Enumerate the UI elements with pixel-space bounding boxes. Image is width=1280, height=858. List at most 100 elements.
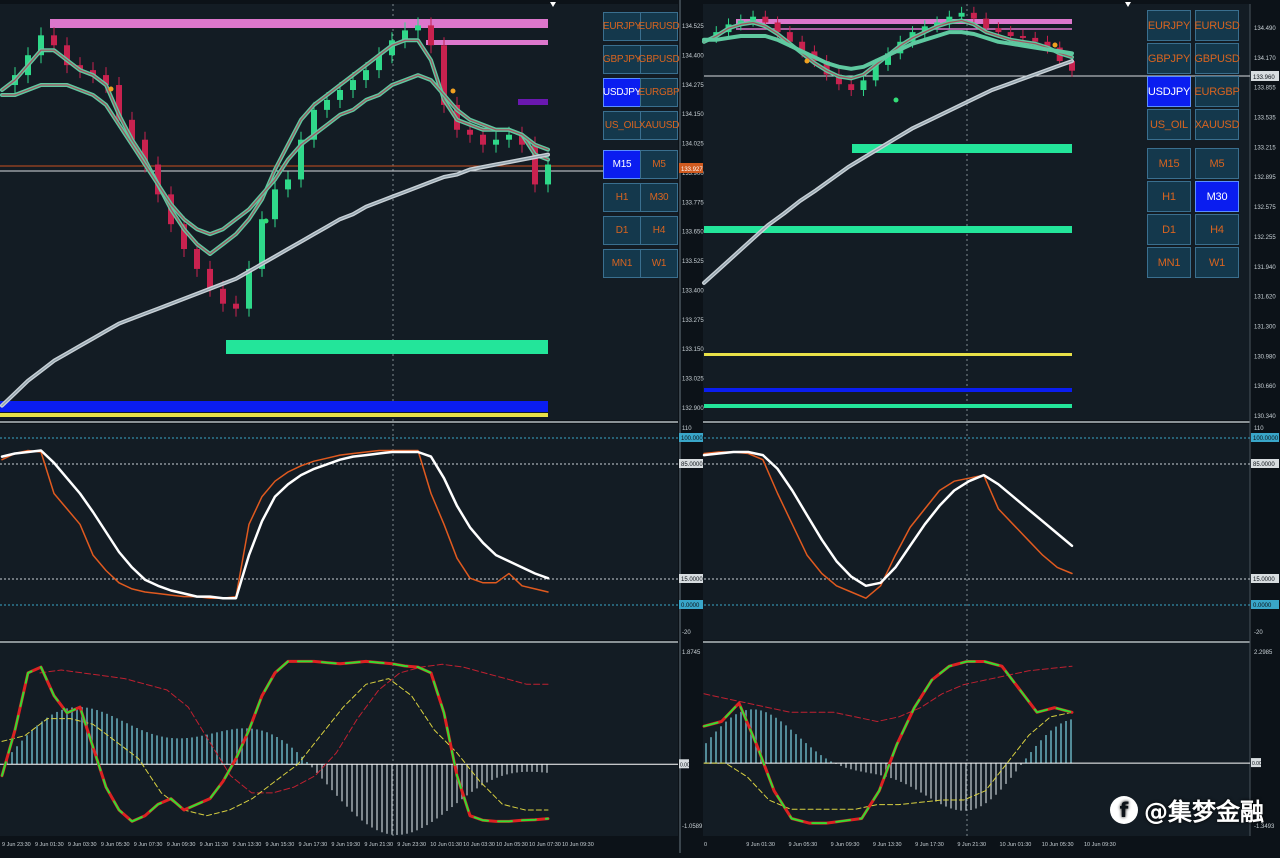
left-panel-symbol-eurgbp[interactable]: EURGBP: [638, 78, 680, 107]
right-panel-timeframe-m30[interactable]: M30: [1195, 181, 1239, 212]
right-separator-1: [703, 641, 1250, 643]
candle-body-27: [350, 80, 356, 90]
candle-body-25: [324, 99, 330, 110]
stoch-tick-0: 110: [682, 426, 692, 432]
right-price-tick-13: 130.340: [1254, 414, 1276, 420]
left-panel-symbol-usdjpy[interactable]: USDJPY: [603, 78, 641, 107]
right-panel-symbol-us-oil[interactable]: US_OIL: [1147, 109, 1191, 140]
right-panel-timeframe-h1[interactable]: H1: [1147, 181, 1191, 212]
left-panel-timeframe-m5[interactable]: M5: [640, 150, 678, 179]
right-x-tick-1: 9 Jun 01:30: [746, 842, 775, 848]
left-separator-1: [0, 641, 678, 643]
left-x-tick-8: 9 Jun 15:30: [266, 842, 295, 848]
right-panel-symbol-eurjpy[interactable]: EURJPY: [1147, 10, 1191, 41]
right-panel-symbol-gbpusd[interactable]: GBPUSD: [1194, 43, 1240, 74]
right-panel-symbol-eurusd[interactable]: EURUSD: [1194, 10, 1240, 41]
right-panel-timeframe-h4[interactable]: H4: [1195, 214, 1239, 245]
signal-dot-2: [450, 88, 456, 94]
candle-body-26: [337, 90, 343, 100]
right-stoch-tick-1: 100.0000: [1253, 436, 1279, 442]
right-signal-dot-2: [1052, 42, 1058, 48]
right-price-tick-8: 131.940: [1254, 265, 1276, 271]
candle-body-21: [272, 189, 278, 220]
left-x-tick-15: 10 Jun 05:30: [496, 842, 528, 848]
chart-workspace: 134.525 134.400 134.275 134.150 134.025 133.9…: [0, 0, 1280, 853]
right-panel-timeframe-d1[interactable]: D1: [1147, 214, 1191, 245]
left-price-tick-0: 134.525: [682, 24, 704, 30]
left-price-tick-7: 133.650: [682, 230, 704, 236]
left-price-tick-9: 133.400: [682, 288, 704, 294]
osc-tick-2: -1.0589: [682, 824, 703, 830]
stoch-tick-4: 0.0000: [681, 603, 700, 609]
left-x-tick-3: 9 Jun 05:30: [101, 842, 130, 848]
right-x-tick-9: 10 Jun 09:30: [1084, 842, 1116, 848]
left-panel-symbol-eurusd[interactable]: EURUSD: [638, 12, 680, 41]
right-candle-body-23: [983, 18, 990, 29]
left-x-tick-1: 9 Jun 01:30: [35, 842, 64, 848]
stoch-tick-5: -20: [682, 630, 691, 636]
right-panel-symbol-xauusd[interactable]: XAUUSD: [1195, 109, 1240, 140]
right-x-tick-3: 9 Jun 09:30: [831, 842, 860, 848]
left-panel-timeframe-d1[interactable]: D1: [603, 216, 641, 245]
right-panel-timeframe-mn1[interactable]: MN1: [1147, 247, 1191, 278]
right-price-tick-10: 131.300: [1254, 324, 1276, 330]
left-x-tick-7: 9 Jun 13:30: [233, 842, 262, 848]
left-panel-timeframe-mn1[interactable]: MN1: [603, 249, 641, 278]
candle-body-36: [467, 129, 473, 135]
right-stoch-tick-0: 110: [1254, 426, 1264, 432]
right-price-tick-9: 131.620: [1254, 295, 1276, 301]
stoch-tick-3: 15.0000: [681, 577, 703, 583]
right-price-tick-0: 134.490: [1254, 26, 1276, 32]
right-stoch-tick-3: 15.0000: [1253, 577, 1275, 583]
left-panel-symbol-gbpusd[interactable]: GBPUSD: [638, 45, 680, 74]
right-panel-timeframe-m5[interactable]: M5: [1195, 148, 1239, 179]
stoch-tick-2: 85.0000: [681, 462, 703, 468]
level-green-bottom: [226, 340, 548, 354]
left-x-tick-11: 9 Jun 21:30: [364, 842, 393, 848]
right-panel-symbol-usdjpy[interactable]: USDJPY: [1147, 76, 1191, 107]
candle-body-32: [415, 25, 421, 31]
left-panel-timeframe-m15[interactable]: M15: [603, 150, 641, 179]
right-x-tick-7: 10 Jun 01:30: [1000, 842, 1032, 848]
right-candle-body-12: [848, 84, 855, 90]
left-panel-timeframe-m30[interactable]: M30: [640, 183, 678, 212]
candle-body-18: [233, 303, 239, 309]
left-panel-symbol-eurjpy[interactable]: EURJPY: [603, 12, 641, 41]
right-candle-body-24: [995, 28, 1002, 33]
pane-4-bg: [703, 424, 1250, 640]
left-x-tick-9: 9 Jun 17:30: [298, 842, 327, 848]
right-price-tick-11: 130.980: [1254, 354, 1276, 360]
right-signal-dot-1: [804, 58, 810, 64]
level-purple: [518, 99, 548, 105]
left-panel-symbol-xauusd[interactable]: XAUUSD: [639, 111, 679, 140]
left-panel-timeframe-h1[interactable]: H1: [603, 183, 641, 212]
candle-body-37: [480, 134, 486, 145]
right-stoch-tick-4: 0.0000: [1253, 603, 1272, 609]
right-x-tick-0: 0: [704, 842, 707, 848]
left-panel-timeframe-h4[interactable]: H4: [640, 216, 678, 245]
current-price-tag: 133.927: [681, 167, 703, 173]
left-x-tick-0: 9 Jun 23:30: [2, 842, 31, 848]
right-candle-body-21: [958, 12, 965, 17]
right-panel-timeframe-w1[interactable]: W1: [1195, 247, 1239, 278]
left-price-tick-1: 134.400: [682, 53, 704, 59]
right-osc-tick-1: 0.00: [1252, 761, 1262, 767]
right-level-green-3: [704, 404, 1072, 408]
left-panel-symbol-us-oil[interactable]: US_OIL: [603, 111, 641, 140]
watermark: f @集梦金融: [1110, 792, 1264, 827]
pane-0-bg: [0, 4, 678, 420]
pane-1-bg: [0, 424, 678, 640]
left-price-tick-8: 133.525: [682, 259, 704, 265]
left-panel-timeframe-w1[interactable]: W1: [640, 249, 678, 278]
left-panel-symbol-gbpjpy[interactable]: GBPJPY: [603, 45, 641, 74]
left-x-tick-2: 9 Jun 03:30: [68, 842, 97, 848]
right-candle-body-27: [1032, 37, 1039, 42]
right-panel-timeframe-m15[interactable]: M15: [1147, 148, 1191, 179]
right-candle-body-26: [1019, 35, 1026, 38]
right-panel-symbol-gbpjpy[interactable]: GBPJPY: [1147, 43, 1191, 74]
left-price-tick-4: 134.025: [682, 142, 704, 148]
watermark-text: @集梦金融: [1144, 798, 1264, 826]
right-price-tick-3: 133.535: [1254, 116, 1276, 122]
right-panel-symbol-eurgbp[interactable]: EURGBP: [1194, 76, 1240, 107]
right-candle-body-22: [970, 12, 977, 19]
